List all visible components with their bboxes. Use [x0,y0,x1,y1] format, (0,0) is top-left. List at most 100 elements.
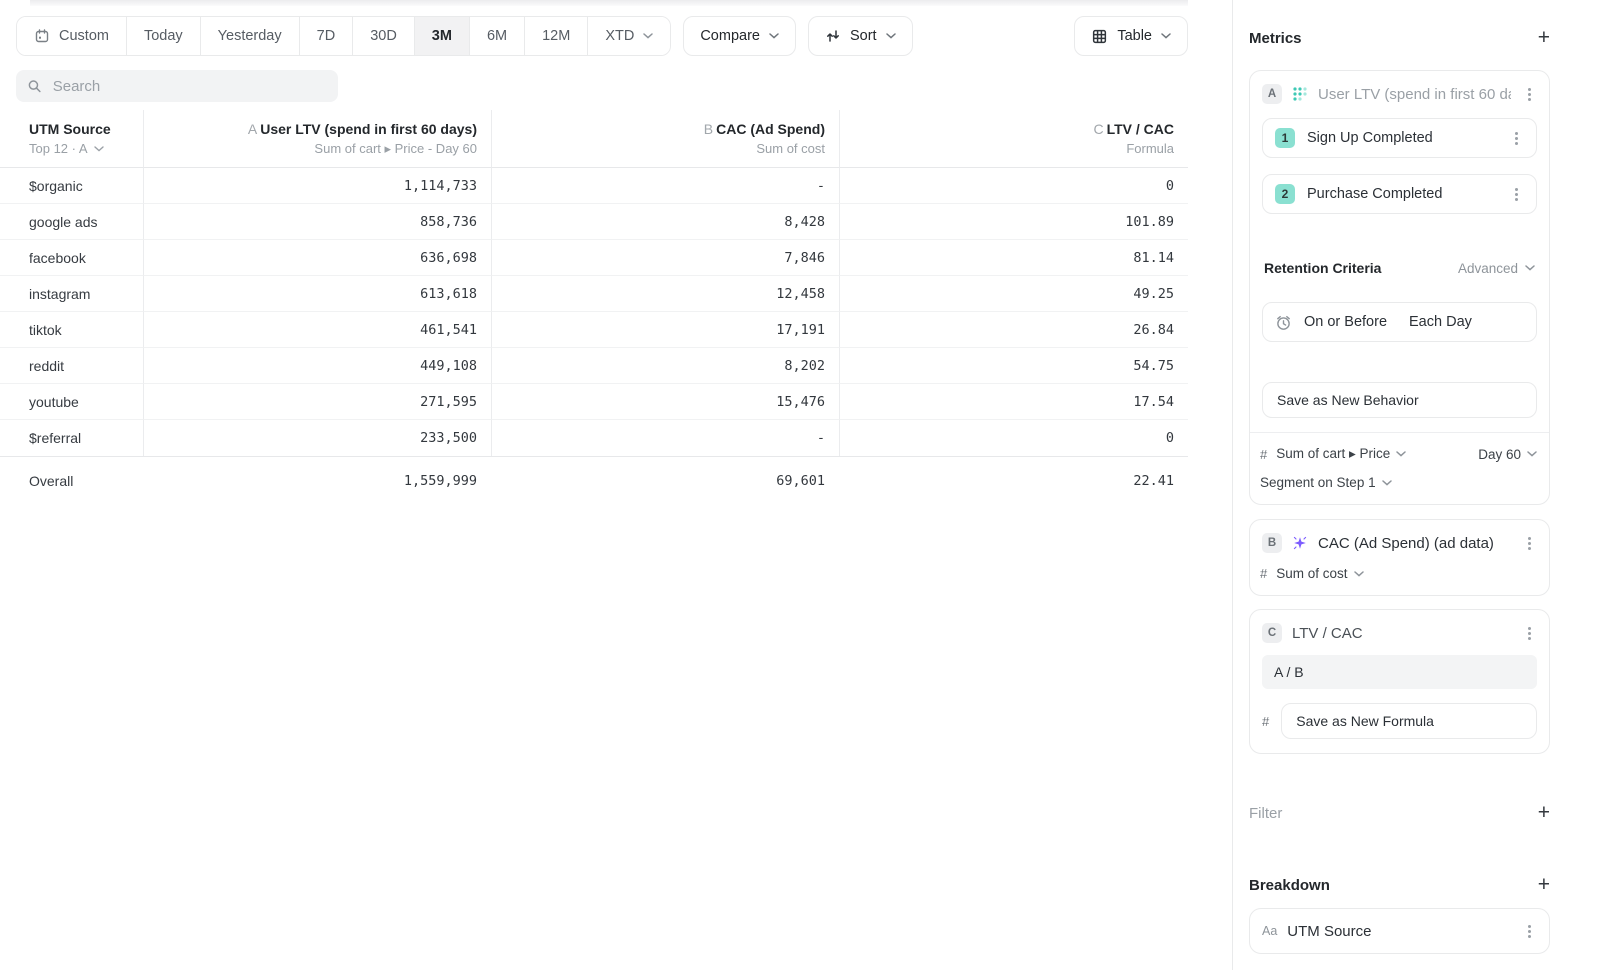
add-filter-icon[interactable]: + [1538,803,1550,823]
column-title: User LTV (spend in first 60 days) [260,121,477,137]
filter-header: Filter + [1249,802,1550,824]
save-formula-button[interactable]: Save as New Formula [1281,703,1537,739]
numeric-hash-icon: # [1260,447,1267,462]
cell-value[interactable]: 26.84 [839,312,1188,348]
save-formula-row: # Save as New Formula [1262,703,1537,739]
cell-value[interactable]: 7,846 [491,240,839,276]
row-label[interactable]: $referral [0,420,143,456]
cell-value[interactable]: 17,191 [491,312,839,348]
overall-value: 1,559,999 [143,457,491,504]
row-label[interactable]: reddit [0,348,143,384]
window-dropdown[interactable]: Day 60 [1478,447,1537,462]
column-letter: B [704,121,713,137]
kebab-menu-icon[interactable] [1521,535,1537,551]
cell-value[interactable]: 271,595 [143,384,491,420]
metric-b-header[interactable]: B CAC (Ad Spend) (ad data) [1250,520,1549,553]
metrics-title: Metrics [1249,30,1302,47]
step-item-2[interactable]: 2 Purchase Completed [1262,174,1537,214]
retention-mode-dropdown[interactable]: Advanced [1458,261,1535,276]
cell-value[interactable]: 1,114,733 [143,168,491,204]
cell-value[interactable]: - [491,420,839,456]
compare-button[interactable]: Compare [683,16,796,56]
aggregation-row: # Sum of cart ▸ Price Day 60 [1250,433,1549,462]
date-range-label: Custom [59,28,109,44]
cell-value[interactable]: 449,108 [143,348,491,384]
retention-criteria-card[interactable]: On or Before Each Day [1262,302,1537,342]
row-label[interactable]: instagram [0,276,143,312]
cell-value[interactable]: 8,202 [491,348,839,384]
criteria-period[interactable]: Each Day [1409,314,1472,330]
column-header-c[interactable]: CLTV / CAC Formula [839,110,1188,168]
chevron-down-icon[interactable] [94,146,104,152]
kebab-menu-icon[interactable] [1508,186,1524,202]
cell-value[interactable]: 17.54 [839,384,1188,420]
cell-value[interactable]: 636,698 [143,240,491,276]
cell-value[interactable]: 8,428 [491,204,839,240]
column-header-a[interactable]: AUser LTV (spend in first 60 days) Sum o… [143,110,491,168]
criteria-when[interactable]: On or Before [1304,314,1387,330]
row-label[interactable]: youtube [0,384,143,420]
cell-value[interactable]: 461,541 [143,312,491,348]
cell-value[interactable]: 15,476 [491,384,839,420]
cell-value[interactable]: 54.75 [839,348,1188,384]
metrics-header: Metrics + [1249,28,1550,48]
row-label[interactable]: facebook [0,240,143,276]
breakdown-title: Breakdown [1249,877,1330,894]
search-icon [27,78,42,94]
cell-value[interactable]: 49.25 [839,276,1188,312]
kebab-menu-icon[interactable] [1521,86,1537,102]
cell-value[interactable]: 613,618 [143,276,491,312]
column-header-b[interactable]: BCAC (Ad Spend) Sum of cost [491,110,839,168]
row-label[interactable]: $organic [0,168,143,204]
formula-input[interactable]: A / B [1262,655,1537,689]
date-range-yesterday[interactable]: Yesterday [200,17,299,55]
search-input[interactable] [51,77,327,96]
segment-dropdown[interactable]: Segment on Step 1 [1260,475,1392,490]
metric-a-header[interactable]: A User LTV (spend in first 60 da... [1250,71,1549,104]
chevron-down-icon [1161,33,1171,39]
date-range-group: Custom Today Yesterday 7D 30D 3M 6M 12M … [16,16,671,56]
kebab-menu-icon[interactable] [1521,923,1537,939]
date-range-6m[interactable]: 6M [469,17,524,55]
add-breakdown-icon[interactable]: + [1538,875,1550,895]
date-range-xtd[interactable]: XTD [587,17,670,55]
cell-value[interactable]: - [491,168,839,204]
column-subtitle: Sum of cost [756,141,825,156]
date-range-30d[interactable]: 30D [352,17,414,55]
step-item-1[interactable]: 1 Sign Up Completed [1262,118,1537,158]
chevron-down-icon [886,33,896,39]
chevron-down-icon [1382,480,1392,486]
text-property-icon: Aa [1262,924,1277,938]
row-label[interactable]: google ads [0,204,143,240]
cell-value[interactable]: 12,458 [491,276,839,312]
cell-value[interactable]: 233,500 [143,420,491,456]
kebab-menu-icon[interactable] [1521,625,1537,641]
metric-c-header[interactable]: C LTV / CAC [1250,610,1549,643]
cell-value[interactable]: 81.14 [839,240,1188,276]
date-range-3m[interactable]: 3M [414,17,469,55]
chevron-down-icon [643,33,653,39]
date-range-7d[interactable]: 7D [299,17,353,55]
cell-value[interactable]: 0 [839,168,1188,204]
add-metric-icon[interactable]: + [1538,28,1550,48]
date-range-today[interactable]: Today [126,17,200,55]
breakdown-item[interactable]: Aa UTM Source [1249,908,1550,954]
table-view-button[interactable]: Table [1074,16,1188,56]
aggregation-dropdown[interactable]: Sum of cost [1276,566,1363,581]
step-number-badge: 1 [1275,128,1295,148]
row-label[interactable]: tiktok [0,312,143,348]
kebab-menu-icon[interactable] [1508,130,1524,146]
date-range-custom[interactable]: Custom [17,17,126,55]
column-letter: C [1093,121,1103,137]
cell-value[interactable]: 858,736 [143,204,491,240]
column-header-utm-source[interactable]: UTM Source Top 12 · A [0,110,143,168]
sort-button[interactable]: Sort [808,16,913,56]
column-title: UTM Source [29,121,111,137]
date-range-12m[interactable]: 12M [524,17,587,55]
save-behavior-button[interactable]: Save as New Behavior [1262,382,1537,418]
toolbar: Custom Today Yesterday 7D 30D 3M 6M 12M … [16,16,1188,56]
cell-value[interactable]: 0 [839,420,1188,456]
cell-value[interactable]: 101.89 [839,204,1188,240]
aggregation-dropdown[interactable]: Sum of cart ▸ Price [1276,446,1406,462]
aggregation-row: # Sum of cost [1250,553,1549,581]
